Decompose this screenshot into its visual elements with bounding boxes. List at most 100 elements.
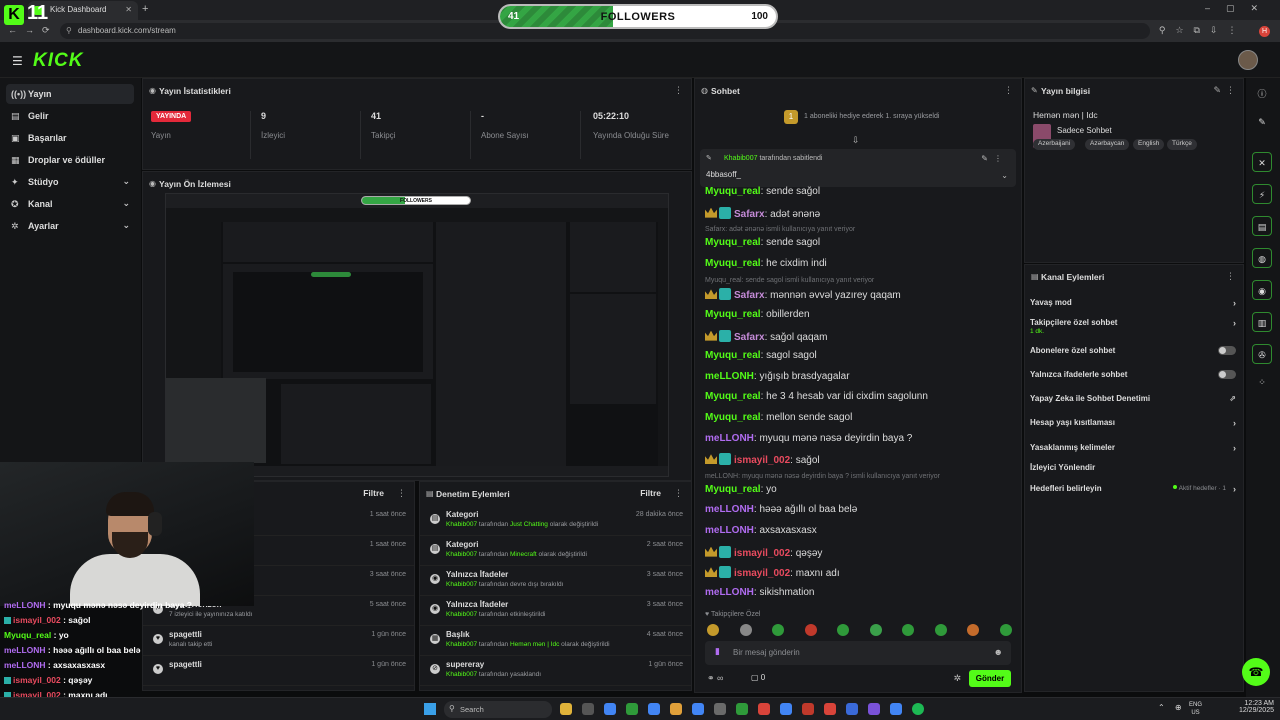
moderation-row[interactable]: ◉ Yalnızca İfadeler Khabib007 tarafından e… — [420, 596, 691, 626]
sidebar-item-gelir[interactable]: ▤ Gelir — [6, 106, 134, 126]
emote-icon[interactable] — [837, 624, 849, 636]
channel-action-row[interactable]: Hedefleri belirleyin › Aktif hedefler · 1 — [1030, 484, 1238, 494]
chat-user[interactable]: Myuqu_real — [705, 484, 761, 495]
chat-message[interactable]: Myuqu_real: sende sagol — [705, 237, 820, 248]
stream-tag[interactable]: English — [1133, 139, 1165, 150]
taskbar-app-icon[interactable] — [780, 703, 792, 715]
emote-icon[interactable] — [772, 624, 784, 636]
chat-user[interactable]: Myuqu_real — [705, 412, 761, 423]
channel-action-row[interactable]: Abonelere özel sohbet — [1030, 346, 1238, 355]
sidebar-item-basarilar[interactable]: ▣ Başarılar — [6, 128, 134, 148]
chat-user[interactable]: Myuqu_real — [705, 309, 761, 320]
taskbar-app-icon[interactable] — [670, 703, 682, 715]
emote-icon[interactable] — [869, 624, 882, 636]
emote-icon[interactable] — [707, 624, 719, 636]
chevron-down-icon[interactable]: ⌄ — [1001, 171, 1008, 180]
chat-message[interactable]: meLLONH: axsaxasxasx — [705, 525, 817, 536]
sidebar-item-droplar[interactable]: ▦ Droplar ve ödüller — [6, 150, 134, 170]
pinned-controls[interactable]: ✎⋮ — [981, 154, 1008, 163]
sidebar-item-studyo[interactable]: ✦ Stüdyo ⌄ — [6, 172, 134, 192]
toggle-switch[interactable] — [1218, 370, 1236, 379]
more-icon[interactable]: ⋮ — [1226, 271, 1235, 282]
filter-button[interactable]: Filtre — [363, 488, 384, 498]
more-icon[interactable]: ⋮ — [1004, 85, 1013, 96]
emote-icon[interactable] — [739, 624, 752, 636]
help-chat-icon[interactable]: ☎ — [1242, 658, 1270, 686]
more-icon[interactable]: ⋮ — [674, 488, 683, 499]
chat-user[interactable]: meLLONH — [705, 587, 754, 598]
chat-message[interactable]: meLLONH: yığışıb brasdyagalar — [705, 371, 850, 382]
chat-message[interactable]: Myuqu_real: obillerden — [705, 309, 810, 320]
taskbar-app-icon[interactable] — [758, 703, 770, 715]
pinned-message[interactable]: ✎ Khabib007 tarafından sabitlendi 4bbaso… — [700, 149, 1016, 187]
taskbar-app-icon[interactable] — [582, 703, 594, 715]
window-controls[interactable]: –▢✕ — [1205, 3, 1274, 14]
moderation-row[interactable]: ◉ Yalnızca İfadeler Khabib007 tarafından d… — [420, 566, 691, 596]
external-link-icon[interactable]: ⇗ — [1229, 394, 1236, 403]
avatar[interactable] — [1238, 50, 1258, 70]
chat-message[interactable]: Myuqu_real: he cixdim indi — [705, 258, 827, 269]
moderation-row[interactable]: ▦ Başlık Khabib007 tarafından Hemən mən | … — [420, 626, 691, 656]
info-icon[interactable]: ⓘ — [1252, 84, 1272, 104]
filter-button[interactable]: Filtre — [640, 488, 661, 498]
chevron-right-icon[interactable]: › — [1233, 484, 1236, 494]
chat-user[interactable]: meLLONH — [705, 525, 754, 536]
taskbar-search[interactable]: ⚲ Search — [444, 701, 552, 718]
send-button[interactable]: Gönder — [969, 670, 1011, 687]
chat-message[interactable]: ismayil_002: maxnı adı — [705, 566, 840, 579]
chat-user[interactable]: meLLONH — [705, 504, 754, 515]
language-indicator[interactable]: ENG US — [1189, 701, 1202, 717]
stream-tag[interactable]: Türkçe — [1167, 139, 1197, 150]
chat-user[interactable]: ismayil_002 — [734, 568, 790, 579]
chat-user[interactable]: ismayil_002 — [734, 455, 790, 466]
link-icon[interactable]: ⚭ ∞ — [707, 673, 723, 684]
chevron-right-icon[interactable]: › — [1233, 318, 1236, 328]
chat-message[interactable]: Safarx: mənnən əvvəl yazırey qaqam — [705, 288, 901, 301]
taskbar-app-icon[interactable] — [846, 703, 858, 715]
emote-icon[interactable] — [999, 624, 1012, 636]
chat-message[interactable]: meLLONH: sikishmation — [705, 587, 815, 598]
taskbar-app-icon[interactable] — [692, 703, 704, 715]
broadcast-icon[interactable]: ◉ — [1252, 280, 1272, 300]
channel-action-row[interactable]: Yasaklanmış kelimeler › — [1030, 443, 1238, 453]
sidebar-item-ayarlar[interactable]: ✲ Ayarlar ⌄ — [6, 216, 134, 236]
chat-message[interactable]: Myuqu_real: sagol sagol — [705, 350, 817, 361]
taskbar-app-icon[interactable] — [736, 703, 748, 715]
raid-icon[interactable]: ✕ — [1252, 152, 1272, 172]
windows-start-icon[interactable] — [424, 703, 436, 715]
chat-message[interactable]: ismayil_002: qəşəy — [705, 545, 822, 559]
moderation-row[interactable]: ▤ Kategori Khabib007 tarafından Minecraft … — [420, 536, 691, 566]
lightning-icon[interactable]: ⚡ — [1252, 184, 1272, 204]
chat-message[interactable]: ismayil_002: sağol — [705, 453, 820, 466]
taskbar-app-icon[interactable] — [560, 703, 572, 715]
taskbar-app-icon[interactable] — [714, 703, 726, 715]
emote-icon[interactable] — [967, 624, 979, 636]
chat-message[interactable]: meLLONH: həəə ağıllı ol baa belə — [705, 504, 857, 515]
kick-logo[interactable]: KICK — [33, 50, 83, 72]
toggle-switch[interactable] — [1218, 346, 1236, 355]
browser-toolbar-icons[interactable]: ⚲☆⧉⇩⋮ H — [1159, 25, 1270, 37]
close-tab-icon[interactable]: ✕ — [125, 5, 132, 14]
chevron-right-icon[interactable]: › — [1233, 298, 1236, 308]
chat-user[interactable]: meLLONH — [705, 433, 754, 444]
more-icon[interactable]: ⋮ — [397, 488, 406, 499]
emote-icon[interactable] — [902, 624, 914, 636]
chat-user[interactable]: meLLONH — [705, 371, 754, 382]
chat-user[interactable]: Myuqu_real — [705, 186, 761, 197]
sidebar-item-yayin[interactable]: ((•)) Yayın — [6, 84, 134, 104]
more-icon[interactable]: ⋮ — [1226, 85, 1235, 96]
chat-message[interactable]: Safarx: sağol qaqam — [705, 329, 827, 343]
chat-user[interactable]: Safarx — [734, 209, 765, 220]
preview-video[interactable]: FOLLOWERS — [165, 193, 669, 477]
profile-icon[interactable]: H — [1259, 26, 1270, 37]
chevron-right-icon[interactable]: › — [1233, 418, 1236, 428]
taskbar-app-icon[interactable] — [648, 703, 660, 715]
taskbar-app-icon[interactable] — [604, 703, 616, 715]
chat-user[interactable]: Myuqu_real — [705, 391, 761, 402]
emote-icon[interactable] — [934, 624, 947, 636]
wrench-icon[interactable]: ✇ — [1252, 344, 1272, 364]
chat-user[interactable]: Myuqu_real — [705, 350, 761, 361]
tray-icons[interactable]: ⌃ ⊕ — [1158, 703, 1186, 712]
mic-icon[interactable]: ▮ — [715, 646, 720, 657]
chat-bubble-icon[interactable]: ◍ — [1252, 248, 1272, 268]
